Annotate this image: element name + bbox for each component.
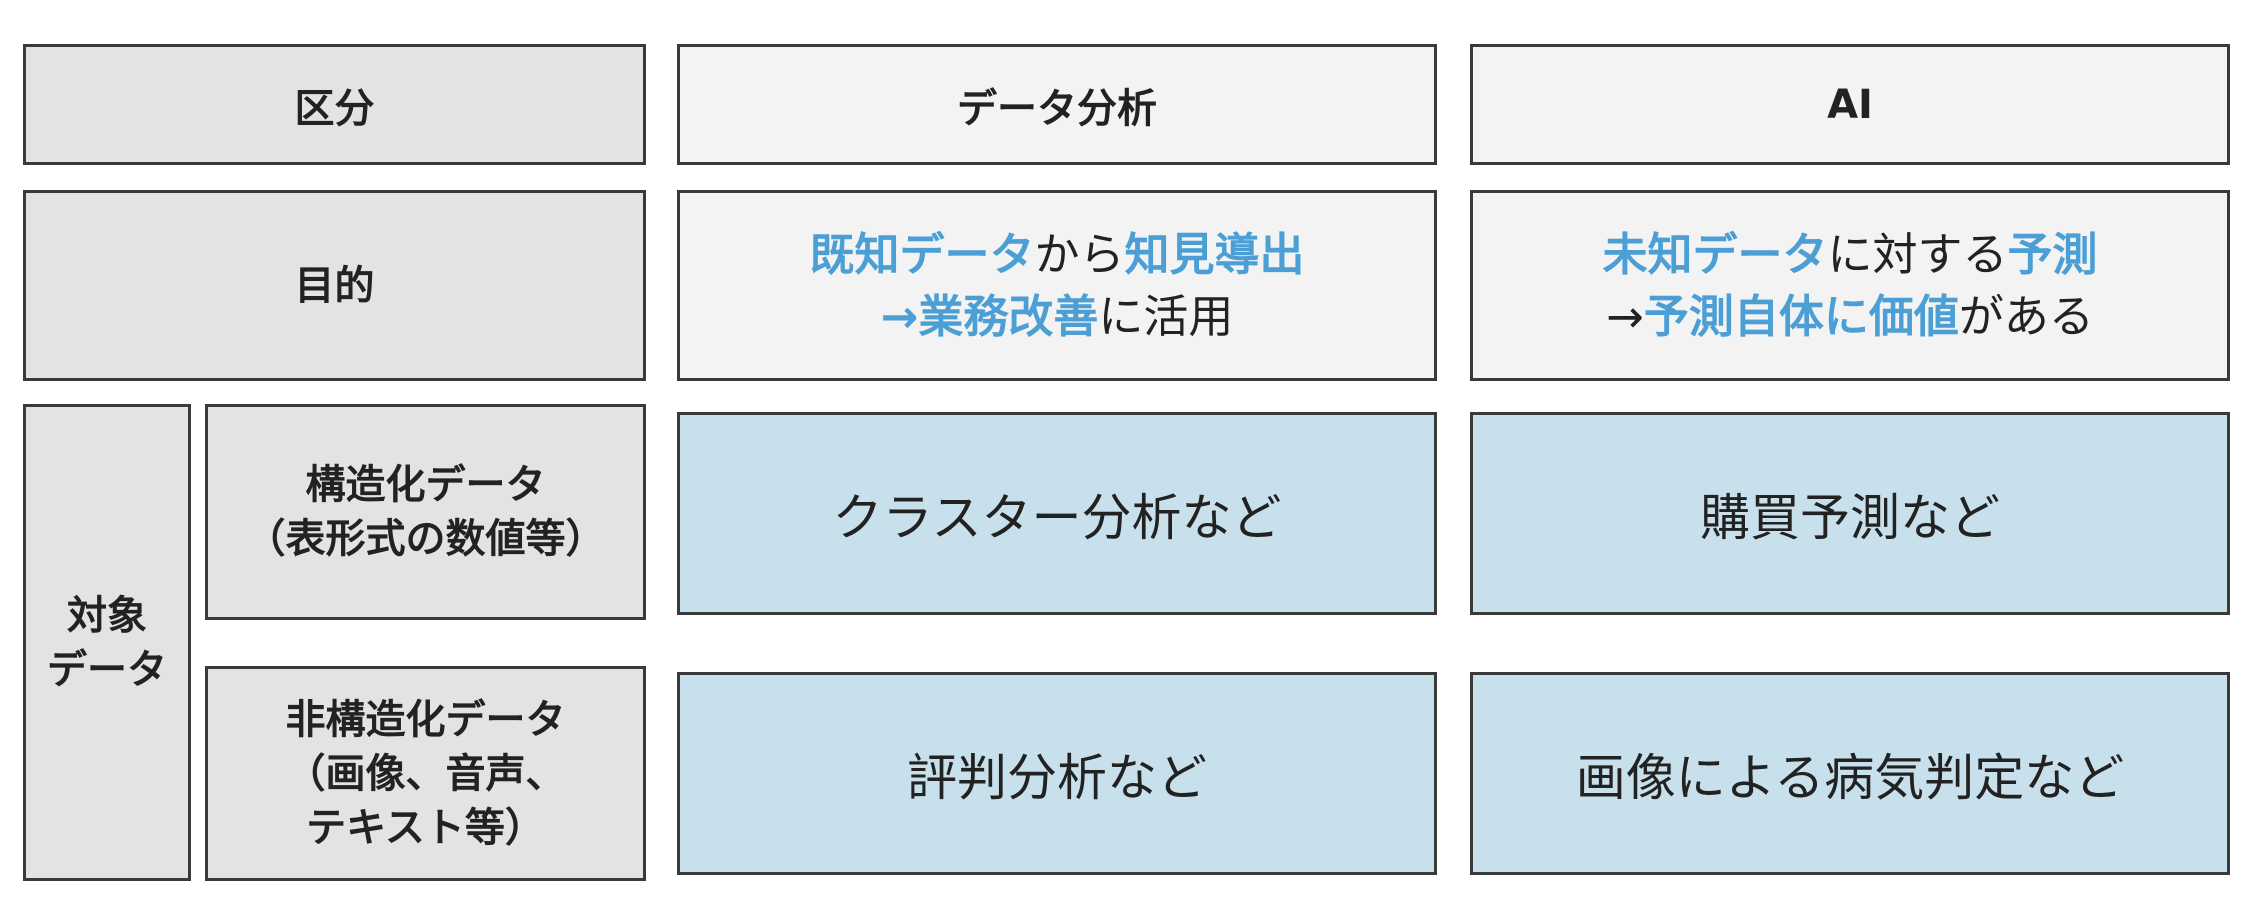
purpose-ai-cell: 未知データに対する予測 →予測自体に価値がある [1470,190,2230,381]
purpose-label-cell: 目的 [23,190,646,381]
purpose-analysis-line2: →業務改善に活用 [881,286,1234,348]
structured-label-cell: 構造化データ （表形式の数値等） [205,404,646,620]
unstructured-label-line2: （画像、音声、 [285,750,566,797]
purpose-label-text: 目的 [294,262,375,309]
purpose-analysis-line1-seg0: 既知データ [809,227,1035,281]
unstructured-label-line1: 非構造化データ [285,696,566,743]
unstructured-label-line3: テキスト等） [306,804,545,851]
purpose-ai-line1-seg2: 予測 [2007,227,2098,281]
purpose-ai-line2-seg2: がある [1958,289,2094,343]
header-category-text: 区分 [294,85,375,132]
unstructured-label-cell: 非構造化データ （画像、音声、 テキスト等） [205,666,646,881]
header-category-cell: 区分 [23,44,646,165]
purpose-analysis-line1: 既知データから知見導出 [809,224,1304,286]
unstructured-analysis-text: 評判分析など [907,748,1207,807]
header-analysis-cell: データ分析 [677,44,1437,165]
target-label-line1: 対象 [67,592,147,639]
structured-analysis-cell: クラスター分析など [677,412,1437,615]
target-label-line2: データ [47,646,167,693]
purpose-ai-line2: →予測自体に価値がある [1606,286,2094,348]
target-label-cell: 対象 データ [23,404,191,881]
header-ai-text: AI [1827,81,1873,128]
structured-ai-text: 購買予測など [1700,488,2000,547]
structured-analysis-text: クラスター分析など [832,488,1282,547]
purpose-analysis-cell: 既知データから知見導出 →業務改善に活用 [677,190,1437,381]
purpose-analysis-line2-seg2: に活用 [1098,289,1234,343]
header-ai-cell: AI [1470,44,2230,165]
purpose-ai-line2-seg0: → [1606,289,1644,343]
structured-label-line1: 構造化データ [305,462,546,508]
purpose-ai-line1-seg0: 未知データ [1602,227,1828,281]
purpose-analysis-line2-seg0: → [880,289,919,343]
purpose-analysis-line2-seg1: 業務改善 [918,289,1099,343]
unstructured-ai-cell: 画像による病気判定など [1470,672,2230,875]
structured-label-line2: （表形式の数値等） [245,516,606,562]
purpose-analysis-line1-seg2: 知見導出 [1124,227,1305,281]
purpose-analysis-line1-seg1: から [1034,227,1125,281]
purpose-ai-line1-seg1: に対する [1827,227,2008,281]
purpose-ai-line1: 未知データに対する予測 [1602,224,2097,286]
header-analysis-text: データ分析 [957,85,1157,132]
unstructured-ai-text: 画像による病気判定など [1575,748,2125,807]
unstructured-analysis-cell: 評判分析など [677,672,1437,875]
structured-ai-cell: 購買予測など [1470,412,2230,615]
purpose-ai-line2-seg1: 予測自体に価値 [1643,289,1959,343]
